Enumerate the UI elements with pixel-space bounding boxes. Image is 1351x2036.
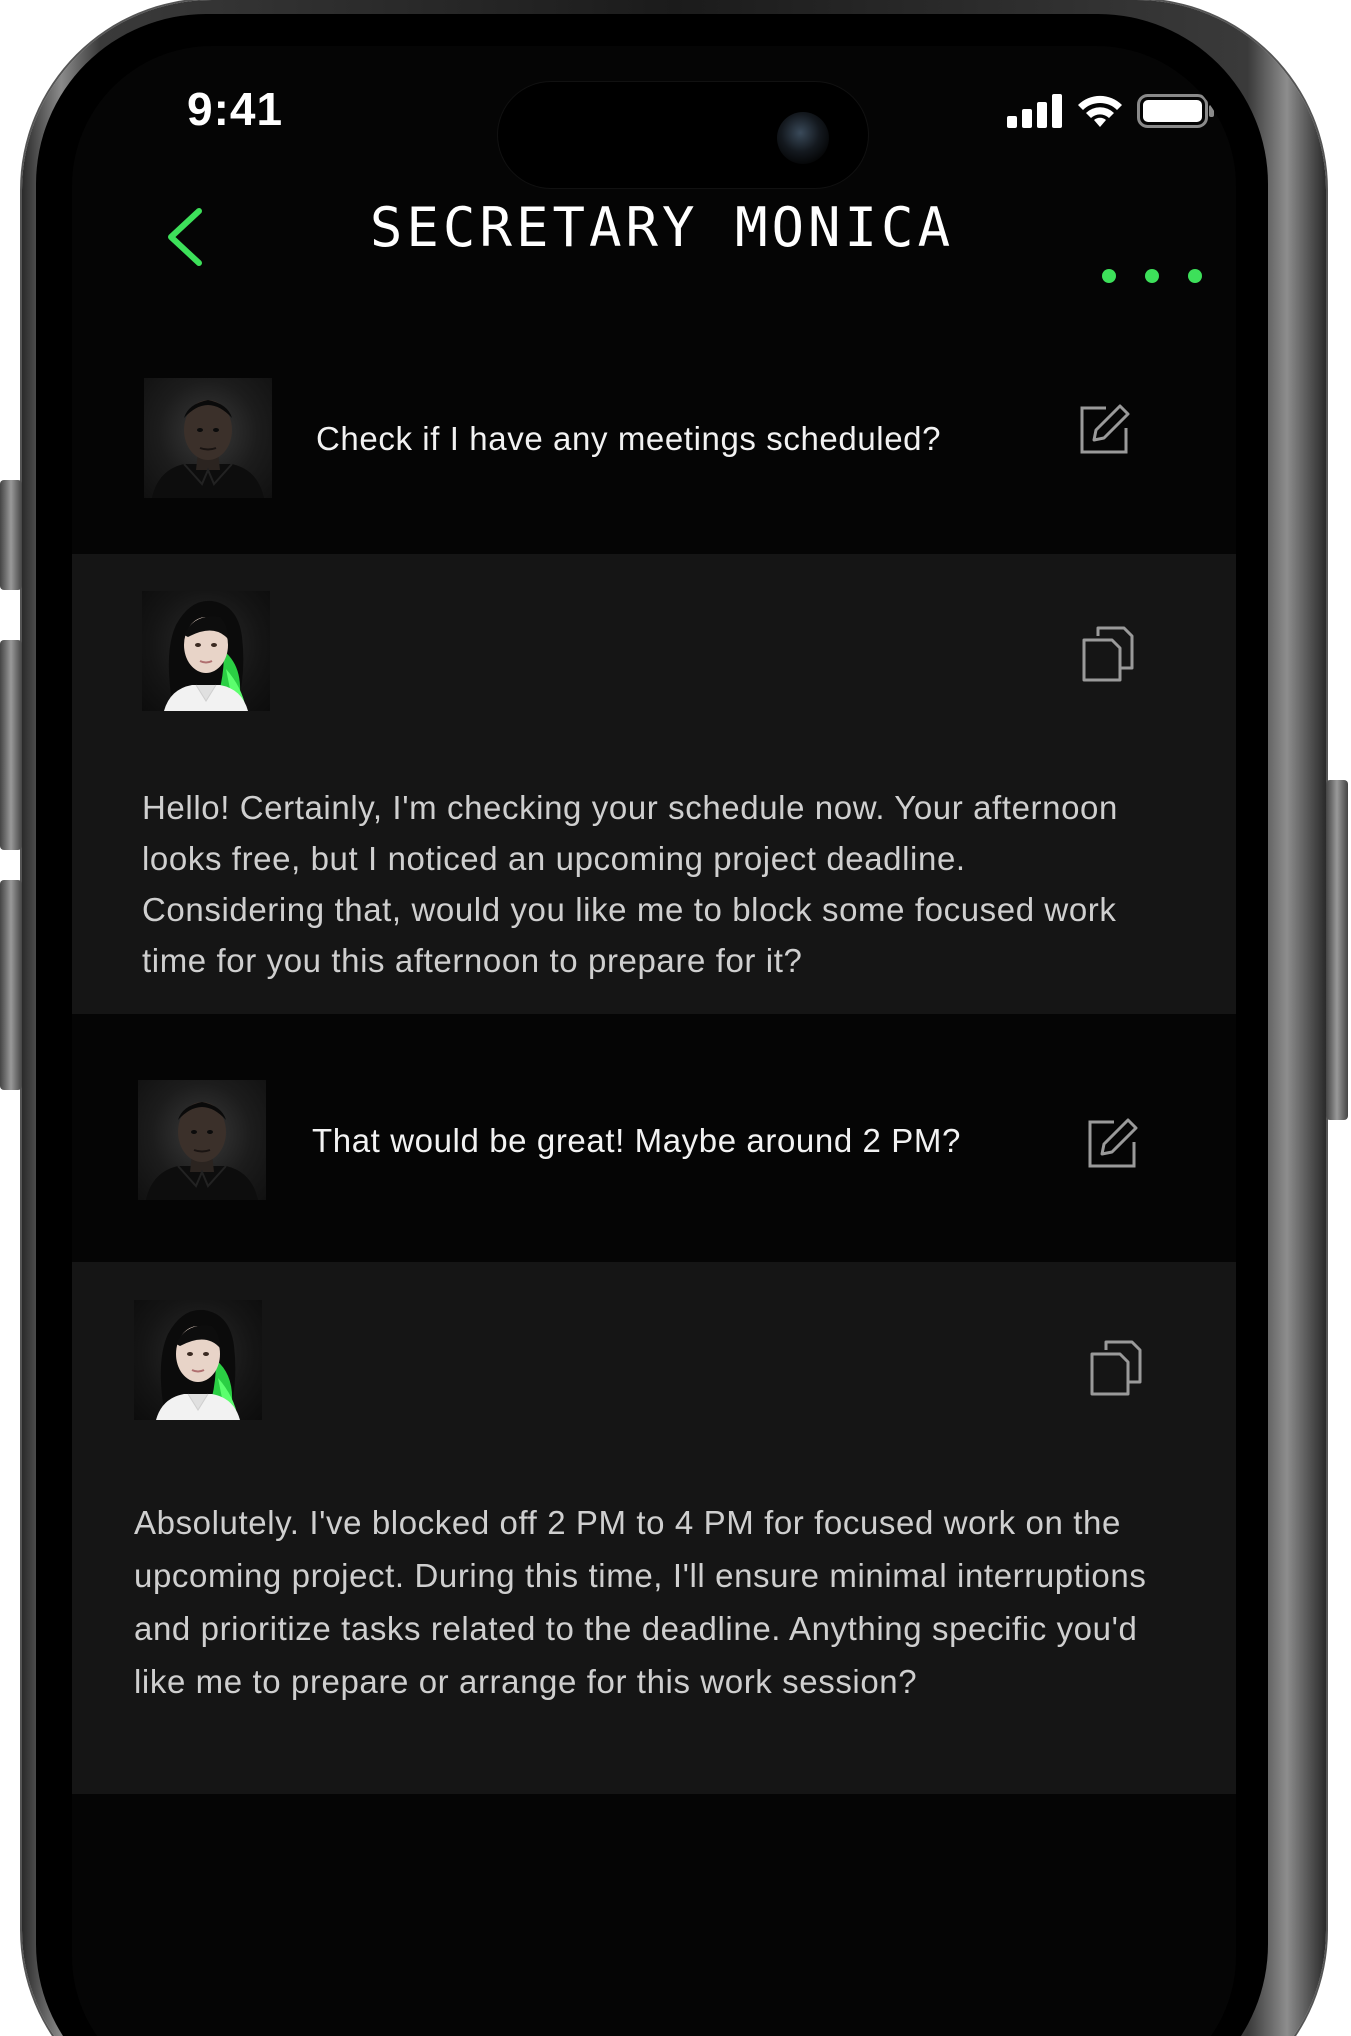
avatar	[144, 378, 272, 498]
side-button	[0, 480, 22, 590]
side-button	[0, 640, 22, 850]
back-button[interactable]	[150, 202, 220, 272]
avatar	[134, 1300, 262, 1420]
edit-button[interactable]	[1072, 398, 1136, 462]
side-button	[1326, 780, 1348, 1120]
avatar	[142, 591, 270, 711]
assistant-avatar-portrait	[156, 1309, 240, 1420]
cellular-signal-icon	[1007, 94, 1062, 128]
app-screen: 9:41 SECRETARY MONICA Check if I have an…	[72, 46, 1236, 2036]
assistant-message-text: Hello! Certainly, I'm checking your sche…	[142, 789, 1118, 979]
status-icons	[1007, 94, 1215, 128]
avatar	[138, 1080, 266, 1200]
copy-icon	[1082, 626, 1134, 682]
user-message-text: Check if I have any meetings scheduled?	[316, 420, 942, 457]
front-camera	[777, 112, 829, 164]
copy-button[interactable]	[1084, 1336, 1148, 1400]
edit-icon	[1080, 404, 1130, 454]
chevron-left-icon	[168, 208, 202, 266]
user-avatar-portrait	[146, 1102, 258, 1200]
copy-icon	[1090, 1340, 1142, 1396]
device-mockup: 9:41 SECRETARY MONICA Check if I have an…	[0, 0, 1351, 2036]
user-avatar-portrait	[152, 400, 264, 498]
status-time: 9:41	[187, 83, 284, 135]
more-dots-icon	[1188, 269, 1202, 283]
more-dots-icon	[1145, 269, 1159, 283]
edit-icon	[1088, 1118, 1138, 1168]
page-title: SECRETARY MONICA	[369, 196, 955, 259]
side-button	[0, 880, 22, 1090]
edit-button[interactable]	[1080, 1112, 1144, 1176]
user-message-text: That would be great! Maybe around 2 PM?	[312, 1122, 961, 1159]
more-button[interactable]	[1102, 256, 1202, 296]
wifi-icon	[1078, 95, 1122, 127]
assistant-message-text: Absolutely. I've blocked off 2 PM to 4 P…	[134, 1504, 1147, 1700]
assistant-avatar-portrait	[164, 600, 248, 711]
battery-icon	[1137, 94, 1214, 128]
more-dots-icon	[1102, 269, 1116, 283]
copy-button[interactable]	[1076, 622, 1140, 686]
